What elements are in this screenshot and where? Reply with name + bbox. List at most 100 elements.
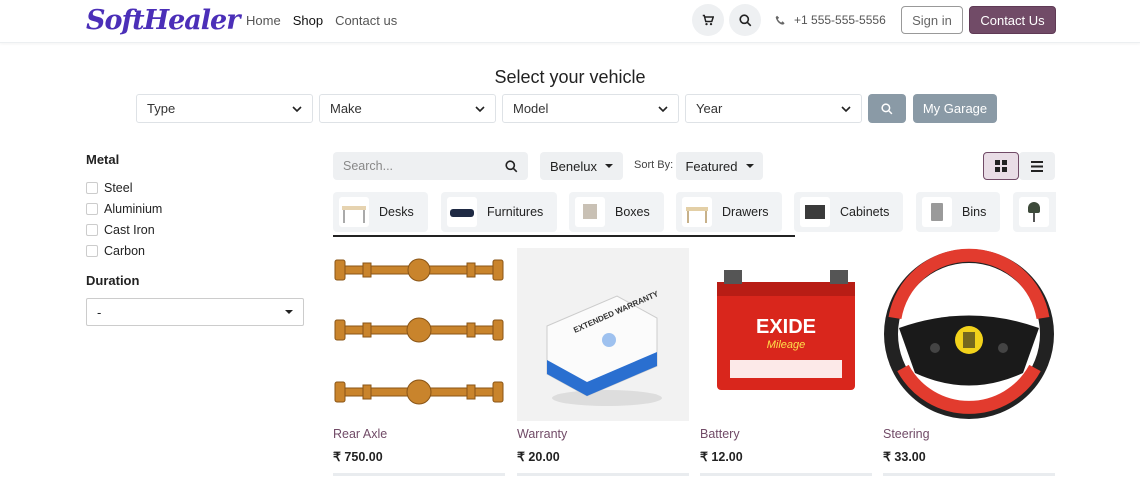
year-select[interactable]: Year [685, 94, 862, 123]
product-card-steering[interactable]: Steering ₹ 33.00 [883, 248, 1055, 476]
metal-option-cast-iron[interactable]: Cast Iron [86, 219, 306, 240]
category-drawers[interactable]: Drawers [676, 192, 782, 232]
phone-link[interactable]: +1 555-555-5556 [775, 13, 886, 27]
model-select[interactable]: Model [502, 94, 679, 123]
grid-icon [995, 160, 1007, 172]
cart-icon [702, 14, 714, 26]
pricelist-dropdown[interactable]: Benelux [540, 152, 623, 180]
chevron-down-icon [658, 105, 668, 112]
my-garage-button[interactable]: My Garage [913, 94, 997, 123]
search-button[interactable] [729, 4, 761, 36]
logo[interactable]: SoftHealer [86, 5, 240, 36]
type-select-label: Type [147, 101, 176, 116]
make-select[interactable]: Make [319, 94, 496, 123]
category-scroll-indicator [333, 235, 795, 237]
checkbox[interactable] [86, 181, 98, 194]
product-name[interactable]: Steering [883, 427, 930, 441]
search-icon[interactable] [505, 159, 518, 173]
product-image[interactable]: EXIDE Mileage [700, 248, 872, 421]
product-name[interactable]: Rear Axle [333, 427, 387, 441]
product-card-rear-axle[interactable]: Rear Axle ₹ 750.00 [333, 248, 505, 476]
bin-thumbnail [922, 197, 952, 227]
year-select-label: Year [696, 101, 723, 116]
category-label: Cabinets [840, 205, 890, 219]
metal-option-label: Aluminium [104, 201, 163, 216]
vehicle-search-button[interactable] [868, 94, 906, 123]
desk-thumbnail [339, 197, 369, 227]
category-more[interactable] [1013, 192, 1056, 232]
battery-sub-text: Mileage [767, 339, 806, 351]
cabinet-thumbnail [800, 197, 830, 227]
warranty-box-illustration: EXTENDED WARRANTY [546, 289, 662, 406]
model-select-label: Model [513, 101, 549, 116]
caret-down-icon [604, 164, 613, 168]
search-icon [738, 13, 751, 26]
product-price: ₹ 33.00 [883, 450, 926, 464]
top-navbar: SoftHealer Home Shop Contact us +1 555-5… [0, 0, 1140, 43]
product-name[interactable]: Warranty [517, 427, 567, 441]
category-desks[interactable]: Desks [333, 192, 428, 232]
product-card-battery[interactable]: EXIDE Mileage Battery ₹ 12.00 [700, 248, 872, 476]
list-view-button[interactable] [1019, 152, 1055, 180]
phone-icon [775, 15, 785, 25]
category-boxes[interactable]: Boxes [569, 192, 664, 232]
pricelist-value: Benelux [550, 158, 597, 174]
metal-option-label: Carbon [104, 243, 145, 258]
steering-wheel-illustration [884, 248, 1054, 419]
product-price: ₹ 12.00 [700, 450, 743, 464]
filter-sidebar: Metal Steel Aluminium Cast Iron Carbon D… [86, 152, 306, 288]
category-label: Desks [379, 205, 414, 219]
checkbox[interactable] [86, 223, 98, 236]
cart-button[interactable] [692, 4, 724, 36]
product-price: ₹ 20.00 [517, 450, 560, 464]
product-search-input[interactable]: Search... [333, 152, 528, 180]
sort-dropdown[interactable]: Featured [676, 152, 763, 180]
checkbox[interactable] [86, 202, 98, 215]
rear-axle-illustration [334, 258, 504, 405]
nav-contact[interactable]: Contact us [335, 13, 397, 28]
category-strip: Desks Furnitures Boxes Drawers Cabinets … [333, 192, 1056, 236]
chevron-down-icon [475, 105, 485, 112]
product-card-warranty[interactable]: EXTENDED WARRANTY Warranty ₹ 20.00 [517, 248, 689, 476]
search-icon [881, 102, 893, 114]
metal-option-label: Steel [104, 180, 133, 195]
duration-select-value: - [97, 304, 102, 320]
product-image[interactable]: EXTENDED WARRANTY [517, 248, 689, 421]
card-footer [700, 473, 872, 476]
metal-option-carbon[interactable]: Carbon [86, 240, 306, 261]
category-label: Drawers [722, 205, 769, 219]
sort-label: Sort By: [634, 159, 674, 171]
card-footer [333, 473, 505, 476]
signin-button[interactable]: Sign in [901, 6, 963, 34]
product-name[interactable]: Battery [700, 427, 740, 441]
product-image[interactable] [883, 248, 1055, 421]
caret-down-icon [285, 310, 293, 314]
grid-view-button[interactable] [983, 152, 1019, 180]
make-select-label: Make [330, 101, 362, 116]
product-price: ₹ 750.00 [333, 450, 383, 464]
nav-home[interactable]: Home [246, 13, 281, 28]
metal-option-steel[interactable]: Steel [86, 177, 306, 198]
metal-filter-title: Metal [86, 152, 120, 167]
contact-us-button[interactable]: Contact Us [969, 6, 1056, 34]
category-label: Boxes [615, 205, 650, 219]
phone-number: +1 555-555-5556 [794, 13, 886, 27]
product-image[interactable] [333, 248, 505, 421]
battery-brand-text: EXIDE [756, 316, 816, 338]
category-label: Furnitures [487, 205, 544, 219]
duration-select[interactable]: - [86, 298, 304, 326]
lamp-thumbnail [1019, 197, 1049, 227]
metal-option-label: Cast Iron [104, 222, 155, 237]
search-placeholder: Search... [343, 159, 394, 173]
metal-option-aluminium[interactable]: Aluminium [86, 198, 306, 219]
checkbox[interactable] [86, 244, 98, 257]
sort-value: Featured [685, 158, 738, 174]
chevron-down-icon [292, 105, 302, 112]
category-cabinets[interactable]: Cabinets [794, 192, 903, 232]
box-thumbnail [575, 197, 605, 227]
type-select[interactable]: Type [136, 94, 313, 123]
category-furnitures[interactable]: Furnitures [441, 192, 557, 232]
nav-shop[interactable]: Shop [293, 13, 323, 28]
drawer-thumbnail [682, 197, 712, 227]
category-bins[interactable]: Bins [916, 192, 1000, 232]
